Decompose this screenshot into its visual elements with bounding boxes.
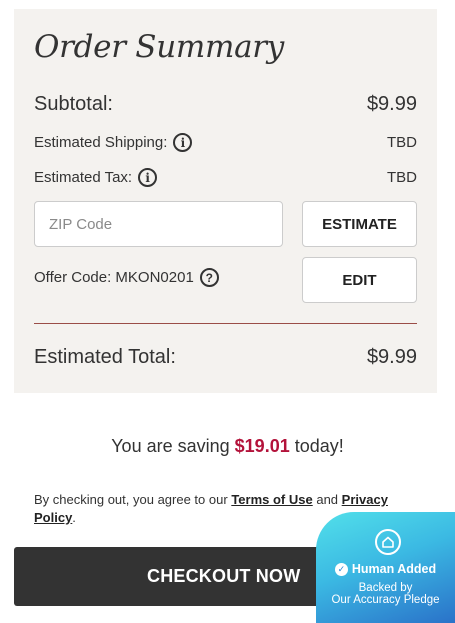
offer-help-icon[interactable]: ? xyxy=(199,268,219,287)
zip-code-input[interactable] xyxy=(34,201,283,247)
order-summary-title: Order Summary xyxy=(34,29,285,65)
shipping-label: Estimated Shipping: xyxy=(34,134,168,151)
check-circle-icon: ✓ xyxy=(334,562,348,576)
total-value: $9.99 xyxy=(366,346,417,368)
tax-row: Estimated Tax: i TBD xyxy=(34,168,417,187)
tax-label-group: Estimated Tax: i xyxy=(34,168,158,187)
shipping-row: Estimated Shipping: i TBD xyxy=(34,133,417,152)
badge-headline-text: Human Added xyxy=(351,562,437,576)
checkout-label: CHECKOUT NOW xyxy=(147,566,301,586)
offer-code-label: Offer Code: MKON0201 xyxy=(34,269,194,286)
house-icon xyxy=(375,529,401,555)
terms-of-use-link[interactable]: Terms of Use xyxy=(231,492,312,507)
savings-amount: $19.01 xyxy=(234,436,290,456)
savings-prefix: You are saving xyxy=(111,436,230,456)
subtotal-label: Subtotal: xyxy=(34,93,113,115)
badge-backed-by: Backed by xyxy=(358,582,413,594)
subtotal-value: $9.99 xyxy=(366,93,417,115)
edit-offer-button[interactable]: EDIT xyxy=(302,257,417,303)
terms-conjunction: and xyxy=(316,492,339,507)
terms-suffix: . xyxy=(72,510,76,525)
summary-divider xyxy=(34,323,417,324)
shipping-info-icon[interactable]: i xyxy=(173,133,193,152)
accuracy-pledge-badge[interactable]: ✓ Human Added Backed by Our Accuracy Ple… xyxy=(316,512,455,623)
total-label: Estimated Total: xyxy=(34,346,176,368)
offer-code-row: Offer Code: MKON0201 ? xyxy=(34,268,219,287)
tax-info-icon[interactable]: i xyxy=(138,168,158,187)
estimate-button[interactable]: ESTIMATE xyxy=(302,201,417,247)
subtotal-row: Subtotal: $9.99 xyxy=(34,93,417,116)
savings-message: You are saving $19.01 today! xyxy=(0,436,455,457)
badge-headline: ✓ Human Added xyxy=(316,562,455,576)
terms-prefix: By checking out, you agree to our xyxy=(34,492,228,507)
tax-value: TBD xyxy=(387,169,417,186)
total-row: Estimated Total: $9.99 xyxy=(34,346,417,369)
shipping-value: TBD xyxy=(387,134,417,151)
savings-suffix: today! xyxy=(294,436,344,456)
badge-pledge: Our Accuracy Pledge xyxy=(331,594,440,606)
shipping-label-group: Estimated Shipping: i xyxy=(34,133,193,152)
tax-label: Estimated Tax: xyxy=(34,169,133,186)
order-summary-panel: Order Summary Subtotal: $9.99 Estimated … xyxy=(14,9,437,393)
offer-label-group: Offer Code: MKON0201 ? xyxy=(34,268,219,287)
